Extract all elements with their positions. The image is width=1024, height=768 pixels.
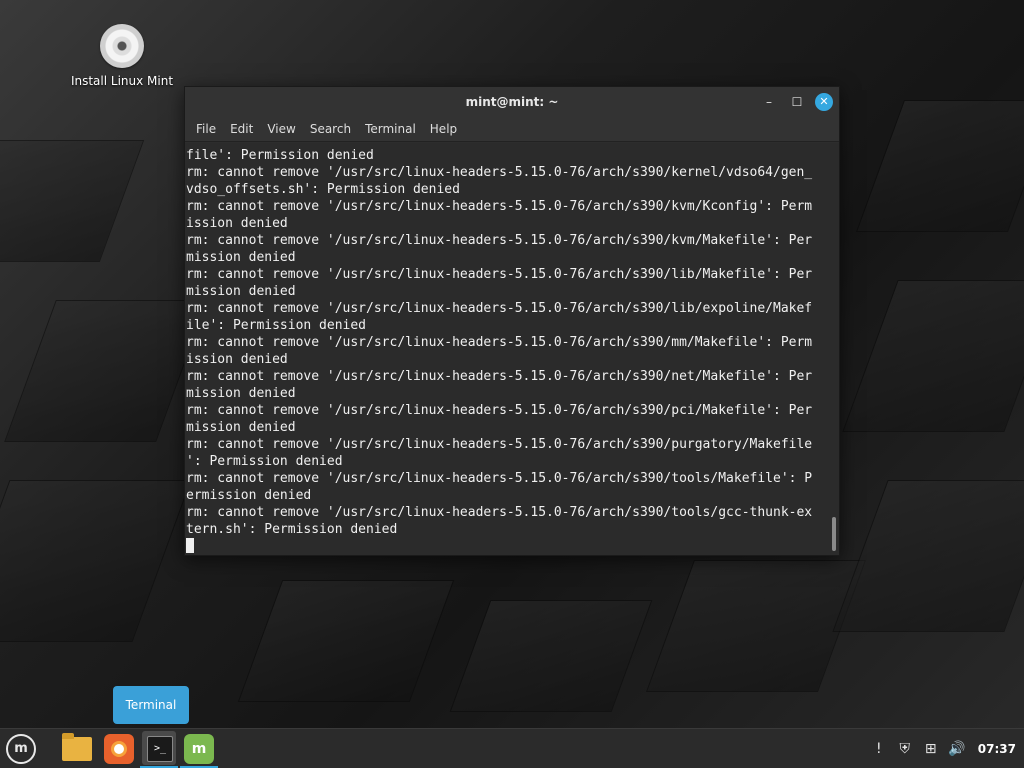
clock[interactable]: 07:37 bbox=[978, 742, 1016, 756]
desktop-icon-install-linux-mint[interactable]: Install Linux Mint bbox=[62, 24, 182, 88]
bottom-panel: m >_ m ! ⛨ ⊞ 🔊 07:37 bbox=[0, 728, 1024, 768]
terminal-line: file': Permission denied bbox=[186, 148, 374, 163]
volume-icon[interactable]: 🔊 bbox=[946, 738, 968, 760]
terminal-tooltip: Terminal bbox=[113, 686, 189, 724]
terminal-titlebar[interactable]: mint@mint: ~ – ☐ ✕ bbox=[185, 87, 839, 117]
terminal-line: rm: cannot remove '/usr/src/linux-header… bbox=[186, 471, 813, 486]
minimize-button[interactable]: – bbox=[755, 91, 783, 113]
terminal-line: ': Permission denied bbox=[186, 454, 343, 469]
wallpaper-tile bbox=[842, 280, 1024, 432]
menu-file[interactable]: File bbox=[189, 117, 223, 141]
wallpaper-tile bbox=[237, 580, 455, 702]
terminal-line: rm: cannot remove '/usr/src/linux-header… bbox=[186, 199, 813, 214]
terminal-line: tern.sh': Permission denied bbox=[186, 522, 398, 537]
wallpaper-tile bbox=[645, 560, 867, 692]
firefox-icon[interactable] bbox=[104, 734, 134, 764]
terminal-line: rm: cannot remove '/usr/src/linux-header… bbox=[186, 233, 813, 248]
terminal-window[interactable]: mint@mint: ~ – ☐ ✕ File Edit View Search… bbox=[184, 86, 840, 556]
terminal-output: file': Permission denied rm: cannot remov… bbox=[185, 147, 829, 555]
disc-icon bbox=[100, 24, 144, 68]
maximize-button[interactable]: ☐ bbox=[783, 91, 811, 113]
menu-view[interactable]: View bbox=[260, 117, 302, 141]
notification-icon[interactable]: ! bbox=[868, 738, 890, 760]
menu-terminal[interactable]: Terminal bbox=[358, 117, 423, 141]
wallpaper-tile bbox=[0, 140, 145, 262]
terminal-line: ission denied bbox=[186, 352, 288, 367]
terminal-line: rm: cannot remove '/usr/src/linux-header… bbox=[186, 301, 813, 316]
terminal-launcher-button[interactable]: >_ bbox=[142, 731, 176, 765]
terminal-line: ile': Permission denied bbox=[186, 318, 367, 333]
terminal-line: rm: cannot remove '/usr/src/linux-header… bbox=[186, 267, 813, 282]
terminal-output-area[interactable]: file': Permission denied rm: cannot remov… bbox=[185, 143, 829, 555]
menu-edit[interactable]: Edit bbox=[223, 117, 260, 141]
terminal-line: rm: cannot remove '/usr/src/linux-header… bbox=[186, 335, 813, 350]
terminal-line: rm: cannot remove '/usr/src/linux-header… bbox=[186, 369, 813, 384]
text-cursor bbox=[186, 538, 194, 553]
close-button[interactable]: ✕ bbox=[815, 93, 833, 111]
terminal-line: rm: cannot remove '/usr/src/linux-header… bbox=[186, 505, 813, 520]
network-icon[interactable]: ⊞ bbox=[920, 738, 942, 760]
wallpaper-tile bbox=[0, 480, 192, 642]
window-title: mint@mint: ~ bbox=[465, 95, 559, 109]
scrollbar-thumb[interactable] bbox=[832, 517, 836, 551]
menu-search[interactable]: Search bbox=[303, 117, 358, 141]
terminal-line: mission denied bbox=[186, 284, 296, 299]
shield-icon[interactable]: ⛨ bbox=[894, 738, 916, 760]
terminal-icon: >_ bbox=[147, 736, 173, 762]
terminal-line: vdso_offsets.sh': Permission denied bbox=[186, 182, 460, 197]
terminal-line: ission denied bbox=[186, 216, 288, 231]
terminal-line: mission denied bbox=[186, 250, 296, 265]
mint-app-icon[interactable]: m bbox=[184, 734, 214, 764]
wallpaper-tile bbox=[832, 480, 1024, 632]
window-controls: – ☐ ✕ bbox=[755, 87, 833, 117]
terminal-menubar: File Edit View Search Terminal Help bbox=[185, 117, 839, 142]
terminal-line: mission denied bbox=[186, 420, 296, 435]
files-folder-icon[interactable] bbox=[62, 733, 92, 761]
terminal-scrollbar[interactable] bbox=[829, 143, 839, 555]
terminal-line: mission denied bbox=[186, 386, 296, 401]
system-tray: ! ⛨ ⊞ 🔊 07:37 bbox=[866, 729, 1016, 768]
terminal-line: rm: cannot remove '/usr/src/linux-header… bbox=[186, 165, 813, 180]
wallpaper-tile bbox=[4, 300, 208, 442]
wallpaper-tile bbox=[855, 100, 1024, 232]
wallpaper-tile bbox=[449, 600, 653, 712]
menu-help[interactable]: Help bbox=[423, 117, 464, 141]
terminal-line: rm: cannot remove '/usr/src/linux-header… bbox=[186, 437, 813, 452]
mint-menu-button[interactable]: m bbox=[6, 734, 36, 764]
desktop-icon-label: Install Linux Mint bbox=[70, 74, 174, 88]
terminal-prompt-line bbox=[186, 538, 829, 555]
terminal-line: rm: cannot remove '/usr/src/linux-header… bbox=[186, 403, 813, 418]
terminal-line: ermission denied bbox=[186, 488, 312, 503]
